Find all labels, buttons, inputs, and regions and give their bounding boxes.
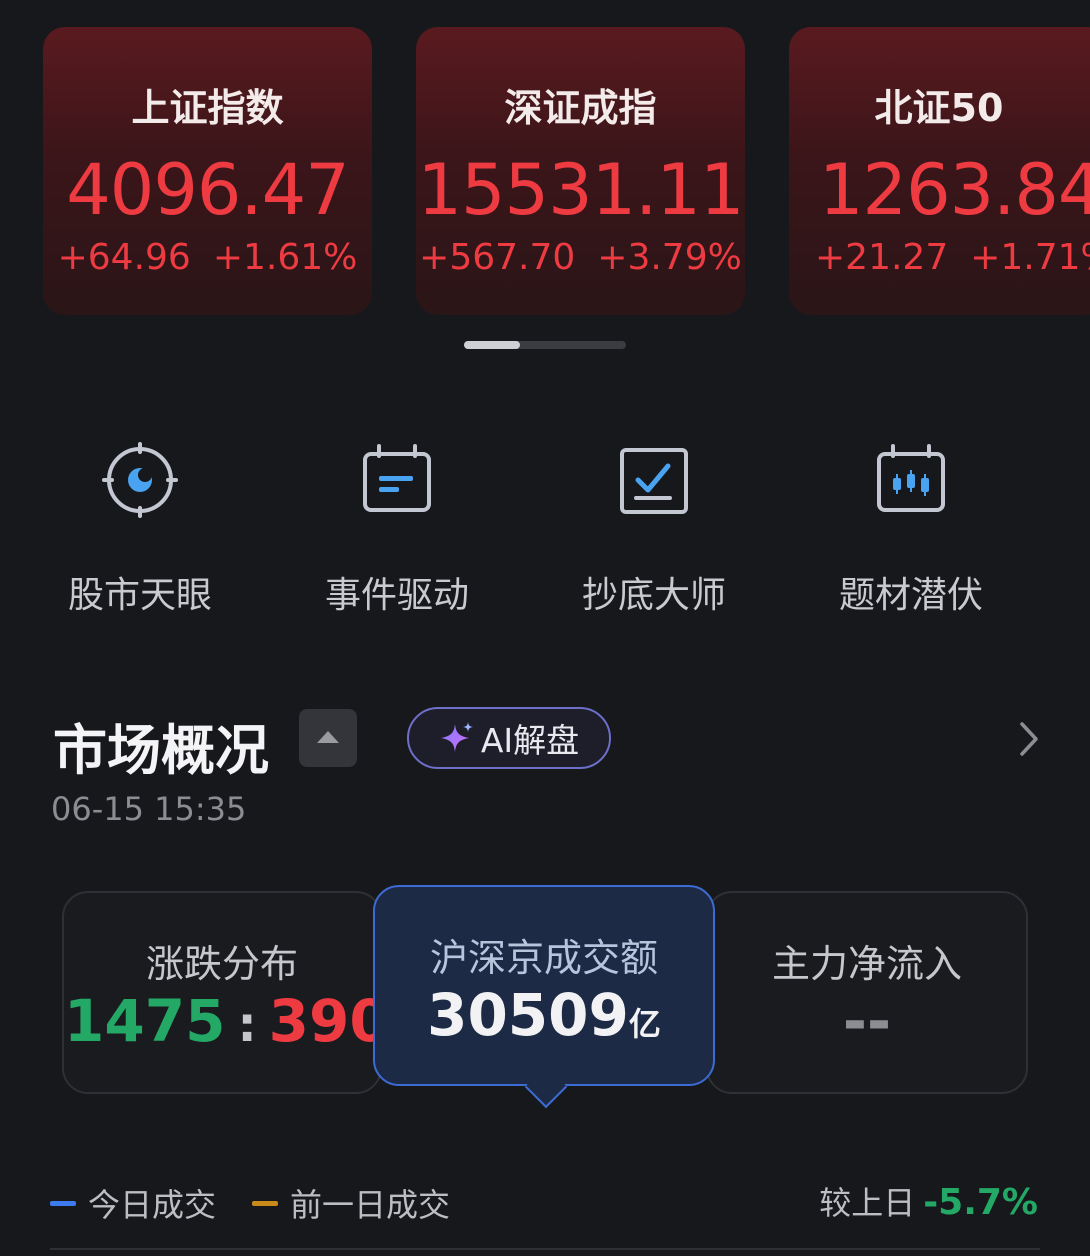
index-change: +567.70 +3.79% — [419, 237, 742, 278]
tool-bottom-master[interactable]: 抄底大师 — [544, 440, 764, 618]
prev-legend-label: 前一日成交 — [290, 1186, 451, 1224]
candlestick-calendar-icon — [877, 444, 945, 512]
index-name: 上证指数 — [131, 86, 284, 130]
stat-value: 1475:3906 — [64, 987, 430, 1055]
stat-main-net-inflow[interactable]: 主力净流入 -- — [706, 891, 1028, 1094]
today-legend-label: 今日成交 — [88, 1186, 217, 1224]
stat-turnover[interactable]: 沪深京成交额 30509亿 — [373, 885, 715, 1109]
prev-legend-swatch — [252, 1200, 279, 1206]
stat-label: 主力净流入 — [771, 942, 962, 986]
up-count: 1475 — [64, 987, 226, 1055]
tool-label: 事件驱动 — [324, 575, 469, 616]
compare-previous-day: 较上日 -5.7% — [819, 1178, 1038, 1224]
index-value: 4096.47 — [66, 149, 349, 231]
turnover-value: 30509 — [427, 981, 629, 1049]
index-value: 1263.84 — [819, 149, 1090, 231]
eye-scope-icon — [102, 442, 178, 518]
compare-value: -5.7% — [923, 1182, 1038, 1223]
index-card-shenzhen[interactable]: 深证成指 15531.11 +567.70 +3.79% — [416, 27, 745, 315]
index-value: 15531.11 — [417, 149, 744, 231]
tool-label: 题材潜伏 — [838, 575, 983, 616]
sparkle-icon — [440, 722, 473, 752]
index-change: +21.27+1.71% — [815, 237, 1090, 278]
tool-eye-scope[interactable]: 股市天眼 — [30, 440, 250, 618]
carousel-indicator-thumb — [464, 341, 520, 349]
turnover-unit: 亿 — [628, 1005, 661, 1043]
today-legend-swatch — [50, 1200, 76, 1206]
index-name: 深证成指 — [504, 86, 657, 130]
stat-label: 涨跌分布 — [145, 942, 298, 986]
update-timestamp: 06-15 15:35 — [51, 790, 247, 828]
tool-label: 抄底大师 — [581, 575, 726, 616]
compare-label: 较上日 — [819, 1184, 916, 1222]
index-change: +64.96 +1.61% — [57, 237, 358, 278]
tool-event-driven[interactable]: 事件驱动 — [287, 440, 507, 618]
ratio-separator: : — [237, 997, 257, 1053]
chevron-right-icon[interactable] — [1016, 720, 1044, 758]
index-card-shanghai[interactable]: 上证指数 4096.47 +64.96 +1.61% — [43, 27, 372, 315]
carousel-indicator — [464, 341, 626, 349]
collapse-toggle-button[interactable] — [299, 709, 357, 767]
index-name: 北证50 — [874, 86, 1004, 130]
calendar-event-icon — [363, 444, 431, 512]
stat-label: 沪深京成交额 — [429, 936, 658, 980]
check-board-icon — [620, 448, 688, 514]
tool-label: 股市天眼 — [67, 575, 212, 616]
selection-pointer — [524, 1065, 568, 1109]
stat-rise-fall-distribution[interactable]: 涨跌分布 1475:3906 — [62, 891, 430, 1094]
index-card-beijing50[interactable]: 北证50 1263.84 +21.27+1.71% — [789, 27, 1090, 315]
tool-theme-lurk[interactable]: 题材潜伏 — [801, 440, 1021, 618]
section-title: 市场概况 — [53, 719, 269, 782]
chart-area-edge — [50, 1248, 1040, 1250]
chart-legend: 今日成交 前一日成交 — [50, 1180, 450, 1226]
stat-value: -- — [842, 987, 892, 1055]
ai-analysis-button[interactable]: AI解盘 — [407, 707, 611, 769]
stat-value: 30509亿 — [375, 981, 713, 1049]
ai-analysis-label: AI解盘 — [480, 721, 580, 760]
